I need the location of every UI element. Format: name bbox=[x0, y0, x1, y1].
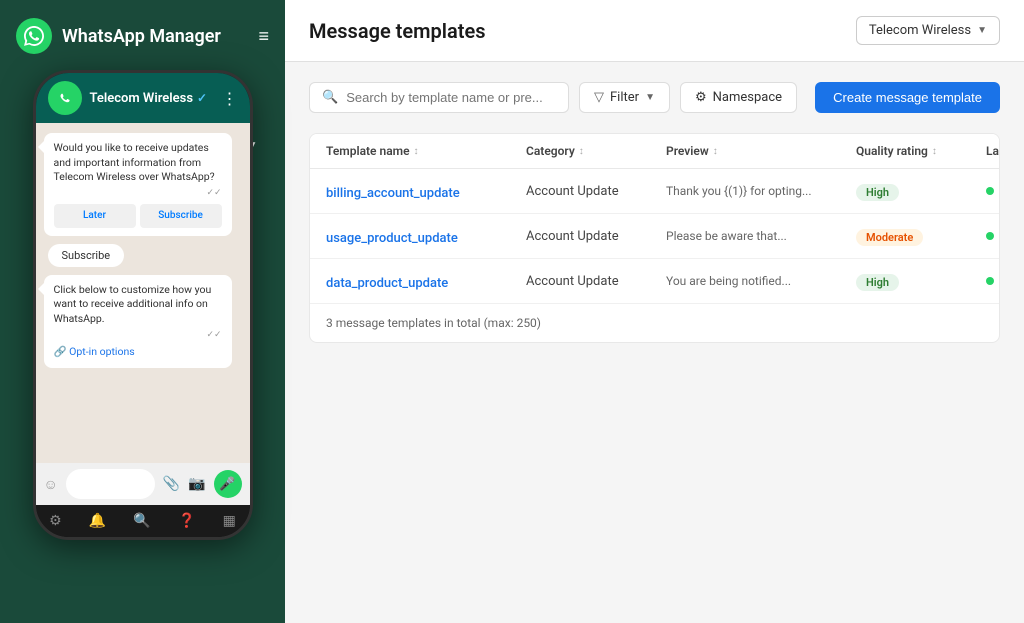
left-panel: WhatsApp Manager ≡ ▼ Telecom Wireless ✓ bbox=[0, 0, 285, 623]
page-title: Message templates bbox=[309, 19, 485, 43]
quality-badge-3: High bbox=[856, 274, 899, 291]
app-title: WhatsApp Manager bbox=[62, 26, 221, 47]
toolbar: 🔍 ▽ Filter ▼ ⚙ Namespace Create message … bbox=[309, 82, 1000, 113]
table-row: billing_account_update Account Update Th… bbox=[310, 169, 999, 214]
languages-1: English Portuguese (BR) bbox=[986, 185, 1000, 198]
filter-icon: ▽ bbox=[594, 90, 604, 105]
create-template-button[interactable]: Create message template bbox=[815, 82, 1000, 113]
th-category: Category ↕ bbox=[526, 144, 666, 158]
phone-grid-icon: ▦ bbox=[223, 513, 236, 529]
search-input[interactable] bbox=[346, 90, 556, 105]
namespace-label: Namespace bbox=[713, 90, 782, 105]
app-header: WhatsApp Manager ≡ bbox=[0, 10, 285, 62]
contact-avatar bbox=[48, 81, 82, 115]
lang-dot-2a bbox=[986, 232, 994, 240]
filter-label: Filter bbox=[610, 90, 639, 105]
chat-bubble-1: Would you like to receive updates and im… bbox=[44, 133, 232, 236]
opt-in-link[interactable]: 🔗 Opt-in options bbox=[54, 345, 222, 360]
subscribe-label: Subscribe bbox=[48, 244, 125, 267]
quality-3: High bbox=[856, 271, 986, 291]
table-header: Template name ↕ Category ↕ Preview ↕ Qua… bbox=[310, 134, 999, 169]
chat-time-2: ✓✓ bbox=[54, 329, 222, 342]
account-arrow: ▼ bbox=[977, 25, 987, 36]
emoji-icon[interactable]: ☺ bbox=[44, 476, 58, 493]
account-selector[interactable]: Telecom Wireless ▼ bbox=[856, 16, 1000, 45]
preview-3: You are being notified... bbox=[666, 274, 856, 288]
th-quality: Quality rating ↕ bbox=[856, 144, 986, 158]
search-box[interactable]: 🔍 bbox=[309, 82, 569, 113]
template-name-2[interactable]: usage_product_update bbox=[326, 227, 526, 246]
quality-2: Moderate bbox=[856, 226, 986, 246]
chat-text-2: Click below to customize how you want to… bbox=[54, 283, 222, 327]
chat-input[interactable] bbox=[66, 469, 155, 499]
chat-actions-1: Later Subscribe bbox=[54, 204, 222, 228]
preview-2: Please be aware that... bbox=[666, 229, 856, 243]
sort-icon-1[interactable]: ↕ bbox=[579, 146, 584, 157]
templates-table: Template name ↕ Category ↕ Preview ↕ Qua… bbox=[309, 133, 1000, 343]
phone-search-icon: 🔍 bbox=[133, 513, 150, 529]
phone-footer: ☺ 📎 📷 🎤 bbox=[36, 463, 250, 505]
category-2: Account Update bbox=[526, 229, 666, 244]
attach-icon[interactable]: 📎 bbox=[163, 476, 180, 492]
contact-name: Telecom Wireless ✓ bbox=[90, 91, 214, 106]
phone-header: Telecom Wireless ✓ ⋮ bbox=[36, 73, 250, 123]
languages-3: English Portuguese (BR) bbox=[986, 275, 1000, 288]
menu-icon[interactable]: ≡ bbox=[258, 26, 269, 47]
sort-icon-2[interactable]: ↕ bbox=[713, 146, 718, 157]
contact-info: Telecom Wireless ✓ bbox=[90, 91, 214, 106]
filter-button[interactable]: ▽ Filter ▼ bbox=[579, 82, 670, 113]
languages-2: English (US) Portuguese (BR) bbox=[986, 230, 1000, 243]
phone-menu-dots[interactable]: ⋮ bbox=[222, 89, 238, 108]
th-template-name: Template name ↕ bbox=[326, 144, 526, 158]
account-name: Telecom Wireless bbox=[869, 23, 971, 38]
phone-bottom-bar: ⚙ 🔔 🔍 ❓ ▦ bbox=[36, 505, 250, 537]
namespace-button[interactable]: ⚙ Namespace bbox=[680, 82, 797, 113]
template-name-3[interactable]: data_product_update bbox=[326, 272, 526, 291]
right-header: Message templates Telecom Wireless ▼ bbox=[285, 0, 1024, 62]
table-row: usage_product_update Account Update Plea… bbox=[310, 214, 999, 259]
th-languages: Languages bbox=[986, 144, 1000, 158]
preview-1: Thank you {(1)} for opting... bbox=[666, 184, 856, 198]
category-1: Account Update bbox=[526, 184, 666, 199]
phone-notif-icon: 🔔 bbox=[89, 513, 106, 529]
table-footer: 3 message templates in total (max: 250) bbox=[310, 304, 999, 342]
quality-badge-2: Moderate bbox=[856, 229, 923, 246]
chat-time-1: ✓✓ bbox=[54, 187, 222, 200]
mic-btn[interactable]: 🎤 bbox=[214, 470, 242, 498]
phone-settings-icon: ⚙ bbox=[49, 513, 62, 529]
quality-badge-1: High bbox=[856, 184, 899, 201]
later-btn[interactable]: Later bbox=[54, 204, 136, 228]
app-logo bbox=[16, 18, 52, 54]
category-3: Account Update bbox=[526, 274, 666, 289]
table-row: data_product_update Account Update You a… bbox=[310, 259, 999, 304]
verified-icon: ✓ bbox=[197, 91, 207, 105]
table-count: 3 message templates in total (max: 250) bbox=[326, 316, 541, 330]
phone-container: ▼ Telecom Wireless ✓ ⋮ bbox=[33, 70, 253, 540]
phone-body: Would you like to receive updates and im… bbox=[36, 123, 250, 463]
chat-bubble-2: Click below to customize how you want to… bbox=[44, 275, 232, 368]
right-panel: Message templates Telecom Wireless ▼ 🔍 ▽… bbox=[285, 0, 1024, 623]
phone-help-icon: ❓ bbox=[178, 513, 195, 529]
th-preview: Preview ↕ bbox=[666, 144, 856, 158]
chat-text-1: Would you like to receive updates and im… bbox=[54, 141, 222, 185]
subscribe-btn[interactable]: Subscribe bbox=[140, 204, 222, 228]
right-content: 🔍 ▽ Filter ▼ ⚙ Namespace Create message … bbox=[285, 62, 1024, 623]
camera-icon[interactable]: 📷 bbox=[188, 476, 205, 492]
sort-icon-3[interactable]: ↕ bbox=[932, 146, 937, 157]
sort-icon-0[interactable]: ↕ bbox=[414, 146, 419, 157]
template-name-1[interactable]: billing_account_update bbox=[326, 182, 526, 201]
filter-arrow: ▼ bbox=[645, 92, 655, 103]
phone-mockup: Telecom Wireless ✓ ⋮ Would you like to r… bbox=[33, 70, 253, 540]
lang-dot-1a bbox=[986, 187, 994, 195]
lang-dot-3a bbox=[986, 277, 994, 285]
search-icon: 🔍 bbox=[322, 90, 338, 105]
gear-icon: ⚙ bbox=[695, 90, 707, 105]
quality-1: High bbox=[856, 181, 986, 201]
